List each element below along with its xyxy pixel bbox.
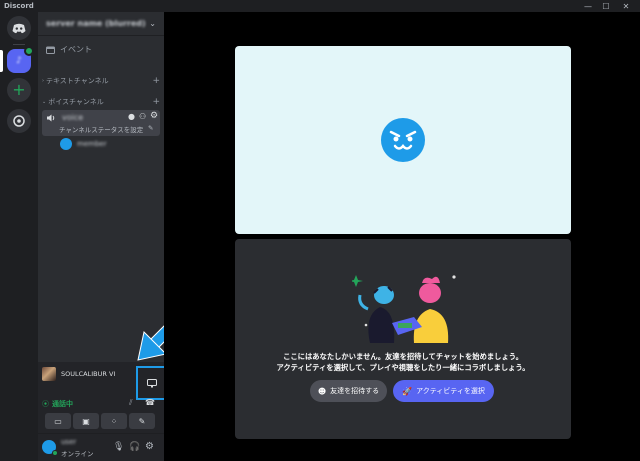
server-header[interactable]: server name (blurred) ⌄: [38, 12, 164, 36]
user-area: SOULCALIBUR VI ⦿ 通話中 ⫽ ☎ ▭ ▣ ⁘ ✎ user オン…: [38, 362, 168, 461]
voice-connected-status[interactable]: ⦿ 通話中: [42, 399, 73, 409]
server-name: server name (blurred): [46, 19, 146, 28]
add-member-icon[interactable]: ⚇: [139, 112, 146, 121]
screen-share-icon: ▣: [82, 416, 90, 426]
disconnect-icon[interactable]: ☎: [145, 398, 155, 407]
speaker-icon: [47, 114, 55, 122]
rail-divider: [13, 44, 25, 45]
discord-logo-icon: [12, 23, 26, 33]
choose-activity-button[interactable]: 🚀 アクティビティを選択: [393, 380, 494, 402]
user-status: オンライン: [61, 450, 94, 458]
compass-icon: [13, 115, 25, 127]
home-button[interactable]: [7, 16, 31, 40]
member-name: member: [77, 140, 107, 148]
divider: [38, 433, 164, 434]
voice-stage: ここにはあなたしかいません。友達を招待してチャットを始めましょう。 アクティビテ…: [164, 12, 640, 461]
active-server-pill: [0, 50, 3, 72]
gear-icon[interactable]: ⚙: [150, 111, 158, 121]
add-server-button[interactable]: +: [7, 78, 31, 102]
add-friend-icon: ☻: [317, 386, 327, 396]
minimize-button[interactable]: —: [579, 0, 597, 12]
close-button[interactable]: ✕: [617, 0, 635, 12]
pencil-icon[interactable]: ✎: [148, 124, 153, 132]
soundboard-button[interactable]: ✎: [129, 413, 155, 429]
create-text-channel-icon[interactable]: +: [152, 76, 160, 86]
empty-state-line-2: アクティビティを選択して、プレイや視聴をしたり一緒にコラボしましょう。: [276, 363, 530, 372]
voice-member[interactable]: member: [60, 138, 107, 150]
server-icon-glyph: ♪: [16, 56, 22, 66]
camera-button[interactable]: ▭: [45, 413, 71, 429]
friends-illustration: [352, 275, 456, 343]
calendar-icon: [46, 46, 55, 54]
activity-grid-icon: ⁘: [110, 416, 118, 426]
microphone-icon[interactable]: 🎙: [113, 442, 124, 452]
user-name: user: [61, 438, 77, 446]
title-bar: Discord — ☐ ✕: [0, 0, 640, 12]
avatar: [60, 138, 72, 150]
text-channel-category[interactable]: › テキストチャンネル +: [42, 76, 160, 86]
invite-empty-state: ここにはあなたしかいません。友達を招待してチャットを始めましょう。 アクティビテ…: [235, 239, 571, 439]
events-item[interactable]: イベント: [46, 44, 92, 55]
signal-icon: ⦿: [42, 400, 49, 408]
maximize-button[interactable]: ☐: [597, 0, 615, 12]
server-icon-active[interactable]: ♪: [7, 46, 34, 73]
game-name: SOULCALIBUR VI: [61, 370, 116, 378]
activities-button[interactable]: ⁘: [101, 413, 127, 429]
voice-channel-name: voice: [62, 113, 84, 122]
headphones-icon[interactable]: 🎧: [129, 442, 140, 452]
user-avatar-icon: [381, 118, 425, 162]
noise-suppression-icon[interactable]: ⫽: [129, 398, 133, 408]
server-rail: ♪ +: [0, 12, 38, 461]
rocket-icon: 🚀: [402, 386, 413, 396]
game-cover-image: [42, 367, 56, 381]
self-video-tile[interactable]: [235, 46, 571, 234]
empty-state-message: ここにはあなたしかいません。友達を招待してチャットを始めましょう。 アクティビテ…: [235, 351, 571, 373]
screen-share-icon: [147, 378, 157, 387]
screen-share-button[interactable]: ▣: [73, 413, 99, 429]
voice-channel-category[interactable]: ⌄ ボイスチャンネル +: [42, 97, 160, 107]
app-title: Discord: [4, 2, 34, 10]
voice-category-label: ボイスチャンネル: [48, 98, 104, 106]
voice-channel-item[interactable]: voice ● ⚇ ⚙ チャンネルステータスを設定 ✎: [42, 110, 160, 136]
channel-sidebar: server name (blurred) ⌄ イベント › テキストチャンネル…: [38, 12, 182, 461]
chevron-down-icon: ⌄: [42, 99, 47, 105]
invite-friends-label: 友達を招待する: [330, 387, 380, 395]
choose-activity-label: アクティビティを選択: [416, 387, 485, 395]
chat-bubble-icon[interactable]: ●: [128, 112, 135, 121]
user-settings-gear-icon[interactable]: ⚙: [145, 441, 154, 452]
plus-icon: +: [12, 80, 26, 99]
set-status-label[interactable]: チャンネルステータスを設定: [59, 124, 143, 134]
invite-friends-button[interactable]: ☻ 友達を招待する: [310, 380, 387, 402]
soundboard-icon: ✎: [138, 416, 146, 426]
speaker-badge-icon: [24, 46, 34, 56]
chevron-right-icon: ›: [42, 78, 44, 84]
events-label: イベント: [60, 45, 92, 54]
camera-off-icon: ▭: [54, 416, 62, 426]
chevron-down-icon: ⌄: [149, 19, 156, 28]
user-avatar[interactable]: [42, 440, 58, 456]
voice-status-label: 通話中: [52, 400, 73, 408]
discover-button[interactable]: [7, 109, 31, 133]
create-voice-channel-icon[interactable]: +: [152, 97, 160, 107]
empty-state-line-1: ここにはあなたしかいません。友達を招待してチャットを始めましょう。: [283, 352, 523, 361]
text-category-label: テキストチャンネル: [46, 77, 109, 85]
online-status-icon: [52, 450, 58, 456]
